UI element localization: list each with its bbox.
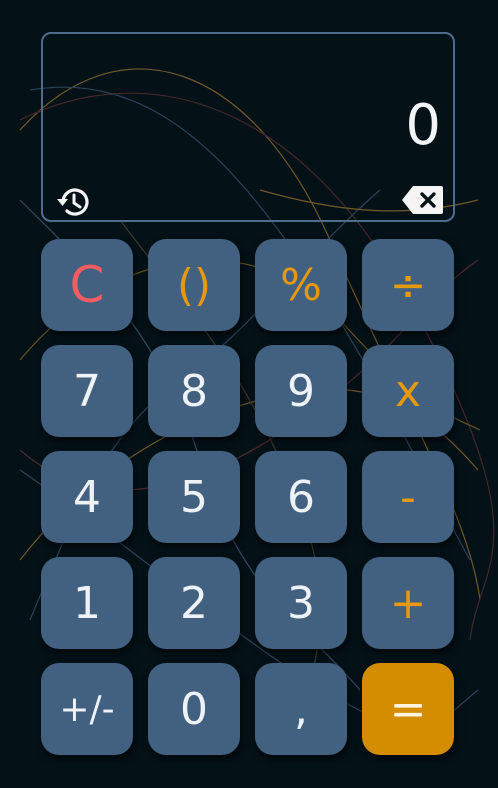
digit-1-button[interactable]: 1 <box>41 557 133 649</box>
history-icon <box>57 188 89 216</box>
digit-9-button[interactable]: 9 <box>255 345 347 437</box>
clear-button[interactable]: C <box>41 239 133 331</box>
digit-7-button[interactable]: 7 <box>41 345 133 437</box>
decimal-button[interactable]: , <box>255 663 347 755</box>
digit-3-button[interactable]: 3 <box>255 557 347 649</box>
add-button[interactable]: + <box>362 557 454 649</box>
keypad: C()% ÷ 7 8 9 x 4 5 6- 1 2 3 + +/- 0, = <box>41 239 455 755</box>
digit-0-button[interactable]: 0 <box>148 663 240 755</box>
backspace-icon <box>402 186 443 214</box>
toggle-sign-button[interactable]: +/- <box>41 663 133 755</box>
percent-button[interactable]: % <box>255 239 347 331</box>
history-button[interactable] <box>53 182 93 222</box>
backspace-button[interactable] <box>401 184 445 216</box>
digit-4-button[interactable]: 4 <box>41 451 133 543</box>
divide-button[interactable]: ÷ <box>362 239 454 331</box>
digit-8-button[interactable]: 8 <box>148 345 240 437</box>
digit-6-button[interactable]: 6 <box>255 451 347 543</box>
digit-2-button[interactable]: 2 <box>148 557 240 649</box>
display-value: 0 <box>405 93 441 158</box>
digit-5-button[interactable]: 5 <box>148 451 240 543</box>
display-panel: 0 <box>41 32 455 222</box>
parentheses-button[interactable]: () <box>148 239 240 331</box>
subtract-button[interactable]: - <box>362 451 454 543</box>
equals-button[interactable]: = <box>362 663 454 755</box>
multiply-button[interactable]: x <box>362 345 454 437</box>
